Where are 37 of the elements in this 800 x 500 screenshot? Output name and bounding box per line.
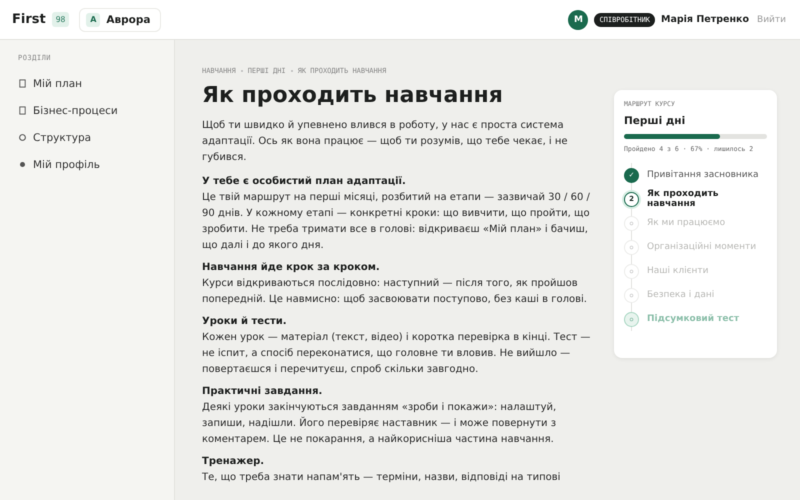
page-title: Як проходить навчання xyxy=(202,83,504,108)
step-label[interactable]: Як проходить навчання xyxy=(647,189,767,209)
section-heading: У тебе є особистий план адаптації. xyxy=(202,175,407,189)
sidebar-item[interactable]: Мій профіль xyxy=(18,151,174,178)
document-icon xyxy=(18,79,27,88)
section-text: Це твій маршрут на перші місяці, розбитий на етапи — зазвичай 30 / 60 / 90 днів. У кожному етапі — конкретні кроки: що вивчити, що пройти, що зробити. Не треба тримати все в голові: відкриваєш «Мій план» і бачиш, що далі і до якого дня. xyxy=(202,191,591,253)
sidebar-item[interactable]: Структура xyxy=(18,124,174,151)
section-text: Кожен урок — матеріал (текст, відео) і коротка перевірка в кінці. Тест — не іспит, а спосіб переконатися, що головне ти вловив. Не вийшло — повертаєшся і перечитуєш, спроб скільки завгодно. xyxy=(202,331,592,377)
separator-dot xyxy=(290,70,293,72)
circle-icon xyxy=(628,268,635,274)
circle-icon xyxy=(628,316,635,322)
section-text: Курси відкриваються послідовно: наступний — після того, як пройшов попередній. Це навмисно: щоб засвоювати поступово, без каші в голові. xyxy=(202,277,588,307)
section-text: Те, що треба знати напам'ять — терміни, назви, відповіді на типові xyxy=(202,471,562,485)
logo-text[interactable]: First xyxy=(12,12,46,27)
circle-icon xyxy=(628,244,635,250)
count-badge: 98 xyxy=(52,12,70,27)
workspace-avatar: А xyxy=(86,12,100,26)
user-avatar[interactable]: М xyxy=(568,10,588,30)
user-name: Марія Петренко xyxy=(661,14,750,25)
section-heading: Уроки й тести. xyxy=(202,315,288,329)
section-heading: Практичні завдання. xyxy=(202,385,324,399)
section-text: Деякі уроки закінчуються завданням «зроби і покажи»: налаштуй, запиши, надішли. Його перевіряє наставник — і може повернути з коментарем. Це не покарання, а найкорисніша частина навчання. xyxy=(202,401,558,447)
intro-paragraph: Щоб ти швидко й упевнено влився в роботу, у нас є проста система адаптації. Ось як вона працює — щоб ти розумів, що тебе чекає, і не губився. xyxy=(202,119,569,165)
circle-icon xyxy=(18,133,27,142)
document-icon xyxy=(18,106,27,115)
circle-icon xyxy=(628,220,635,226)
course-title: Перші дні xyxy=(624,115,686,127)
workspace-switcher[interactable]: А Аврора xyxy=(79,8,162,32)
step-label[interactable]: Привітання засновника xyxy=(647,170,759,180)
section-heading: Тренажер. xyxy=(202,455,266,469)
separator-dot xyxy=(240,70,243,72)
dot-icon xyxy=(18,160,27,169)
section-heading: Навчання йде крок за кроком. xyxy=(202,261,381,275)
sidebar-item[interactable]: Бізнес-процеси xyxy=(18,97,174,124)
circle-icon xyxy=(628,292,635,298)
sidebar-item[interactable]: Мій план xyxy=(18,70,174,97)
workspace-name: Аврора xyxy=(106,14,150,26)
